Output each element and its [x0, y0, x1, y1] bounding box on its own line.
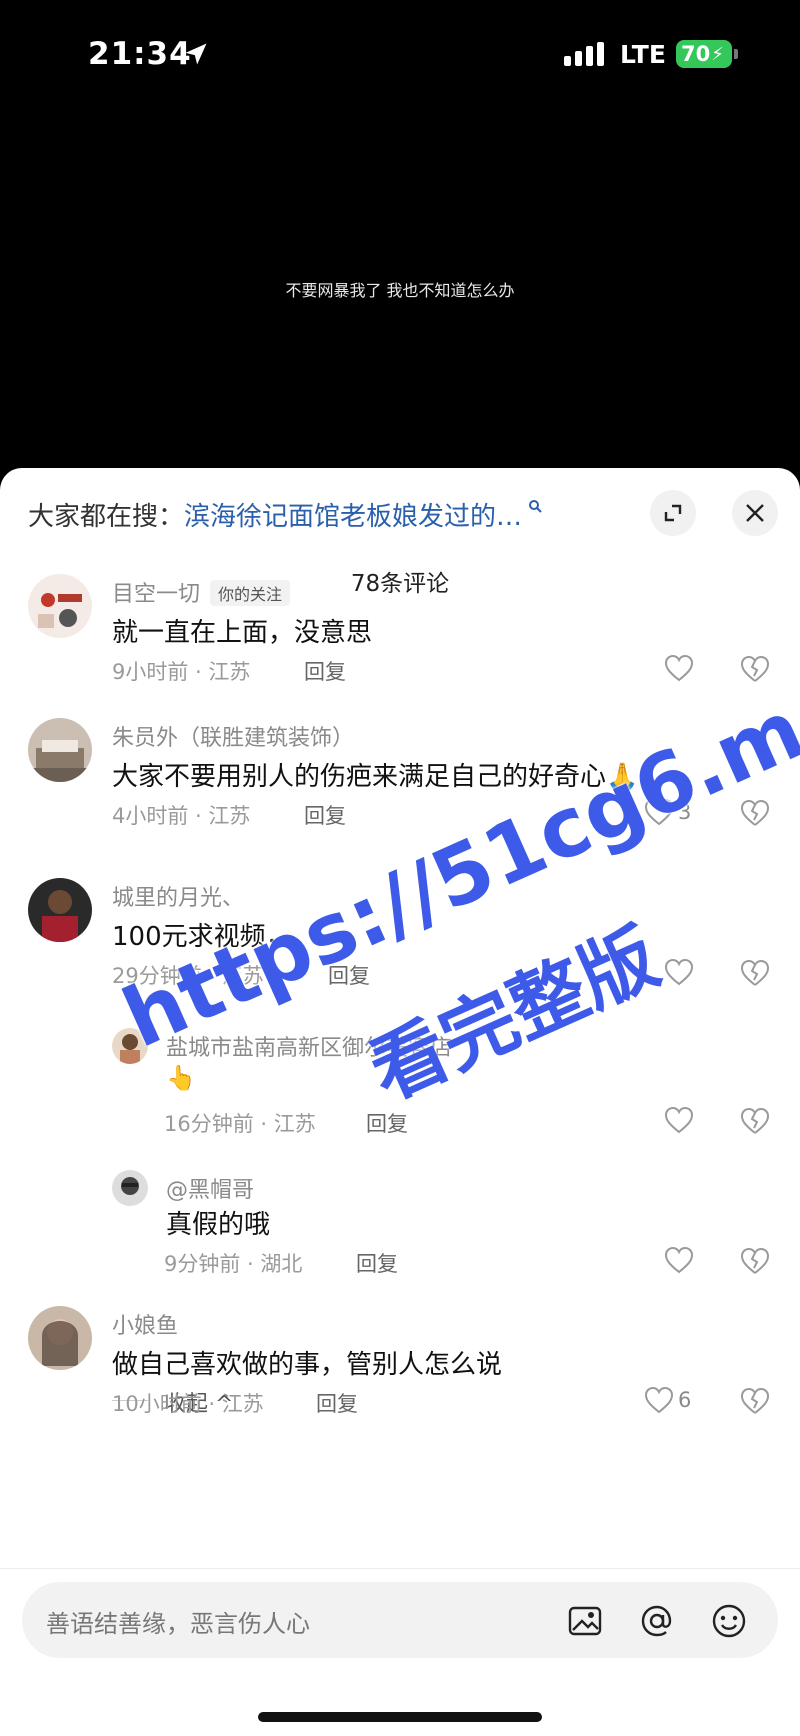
location-arrow-icon	[185, 43, 207, 65]
comment-text: 大家不要用别人的伤疤来满足自己的好奇心🙏	[112, 762, 639, 792]
comment-meta: 29分钟前 · 江苏	[112, 964, 264, 988]
search-icon	[529, 500, 542, 513]
like-count: 3	[678, 800, 692, 824]
avatar[interactable]	[28, 718, 92, 782]
broken-heart-icon[interactable]	[740, 958, 770, 988]
reply-button[interactable]: 回复	[304, 656, 346, 686]
comment-username[interactable]: 目空一切 你的关注	[112, 576, 291, 608]
broken-heart-icon[interactable]	[740, 654, 770, 684]
battery-nub	[734, 49, 738, 59]
at-icon[interactable]	[638, 1602, 676, 1640]
network-type: LTE	[620, 40, 666, 69]
comment-input-placeholder: 善语结善缘，恶言伤人心	[46, 1610, 310, 1638]
emoji-icon[interactable]	[710, 1602, 748, 1640]
avatar[interactable]	[28, 1306, 92, 1370]
reply-meta: 9分钟前 · 湖北	[164, 1252, 303, 1276]
video-player[interactable]: 不要网暴我了 我也不知道怎么办	[0, 110, 800, 468]
close-button[interactable]	[732, 490, 778, 536]
comment-username[interactable]: 城里的月光、	[112, 880, 244, 912]
video-subtitle: 不要网暴我了 我也不知道怎么办	[285, 281, 515, 300]
comment-meta: 9小时前 · 江苏	[112, 660, 251, 684]
close-icon	[746, 504, 764, 522]
trending-search[interactable]: 大家都在搜： 滨海徐记面馆老板娘发过的…	[28, 494, 542, 534]
username-text: 目空一切	[112, 582, 201, 607]
charging-bolt-icon: ⚡	[711, 43, 724, 65]
expand-icon	[664, 504, 682, 522]
trending-search-label: 大家都在搜：	[28, 501, 185, 532]
reply-button[interactable]: 回复	[328, 960, 370, 990]
comment-username[interactable]: 小娘鱼	[112, 1308, 178, 1340]
reply-button[interactable]: 回复	[316, 1388, 358, 1418]
trending-search-query[interactable]: 滨海徐记面馆老板娘发过的…	[184, 496, 522, 533]
reply-button[interactable]: 回复	[304, 800, 346, 830]
reply-button[interactable]: 回复	[356, 1248, 398, 1278]
battery-level: 70	[681, 42, 711, 66]
reply-button[interactable]: 回复	[366, 1108, 408, 1138]
reply-username[interactable]: 盐城市盐南高新区御尔美容店	[166, 1030, 452, 1062]
comment-text: 100元求视频，	[112, 922, 292, 952]
heart-icon[interactable]	[664, 1106, 694, 1134]
broken-heart-icon[interactable]	[740, 1386, 770, 1416]
avatar[interactable]	[112, 1170, 148, 1206]
signal-icon	[564, 42, 604, 66]
comment-meta: 4小时前 · 江苏	[112, 804, 251, 828]
comment-meta: 10小时前 · 江苏	[112, 1392, 264, 1416]
divider	[0, 1568, 800, 1569]
reply-meta: 16分钟前 · 江苏	[164, 1112, 316, 1136]
broken-heart-icon[interactable]	[740, 1246, 770, 1276]
like-count: 6	[678, 1388, 692, 1412]
expand-button[interactable]	[650, 490, 696, 536]
comment-sheet: 大家都在搜： 滨海徐记面馆老板娘发过的… 78条评论 目空一切 你的关注 就一直在…	[0, 468, 800, 1736]
following-badge: 你的关注	[210, 580, 291, 606]
broken-heart-icon[interactable]	[740, 1106, 770, 1136]
comment-username[interactable]: 朱员外（联胜建筑装饰）	[112, 720, 354, 752]
status-time: 21:34	[88, 36, 192, 72]
reply-text: 👆	[166, 1064, 196, 1092]
comment-text: 做自己喜欢做的事，管别人怎么说	[112, 1350, 503, 1380]
avatar[interactable]	[28, 574, 92, 638]
heart-icon[interactable]	[664, 958, 694, 986]
comment-input[interactable]: 善语结善缘，恶言伤人心	[22, 1582, 778, 1658]
home-indicator	[258, 1712, 542, 1722]
heart-icon[interactable]	[644, 798, 674, 826]
heart-icon[interactable]	[644, 1386, 674, 1414]
heart-icon[interactable]	[664, 654, 694, 682]
avatar[interactable]	[112, 1028, 148, 1064]
status-bar: 21:34 LTE 70 ⚡	[0, 0, 800, 110]
reply-text: 真假的哦	[166, 1210, 271, 1240]
battery-indicator: 70 ⚡	[676, 40, 732, 68]
image-icon[interactable]	[566, 1602, 604, 1640]
heart-icon[interactable]	[664, 1246, 694, 1274]
comment-text: 就一直在上面，没意思	[112, 618, 373, 648]
broken-heart-icon[interactable]	[740, 798, 770, 828]
reply-username[interactable]: @黑帽哥	[166, 1172, 254, 1204]
avatar[interactable]	[28, 878, 92, 942]
